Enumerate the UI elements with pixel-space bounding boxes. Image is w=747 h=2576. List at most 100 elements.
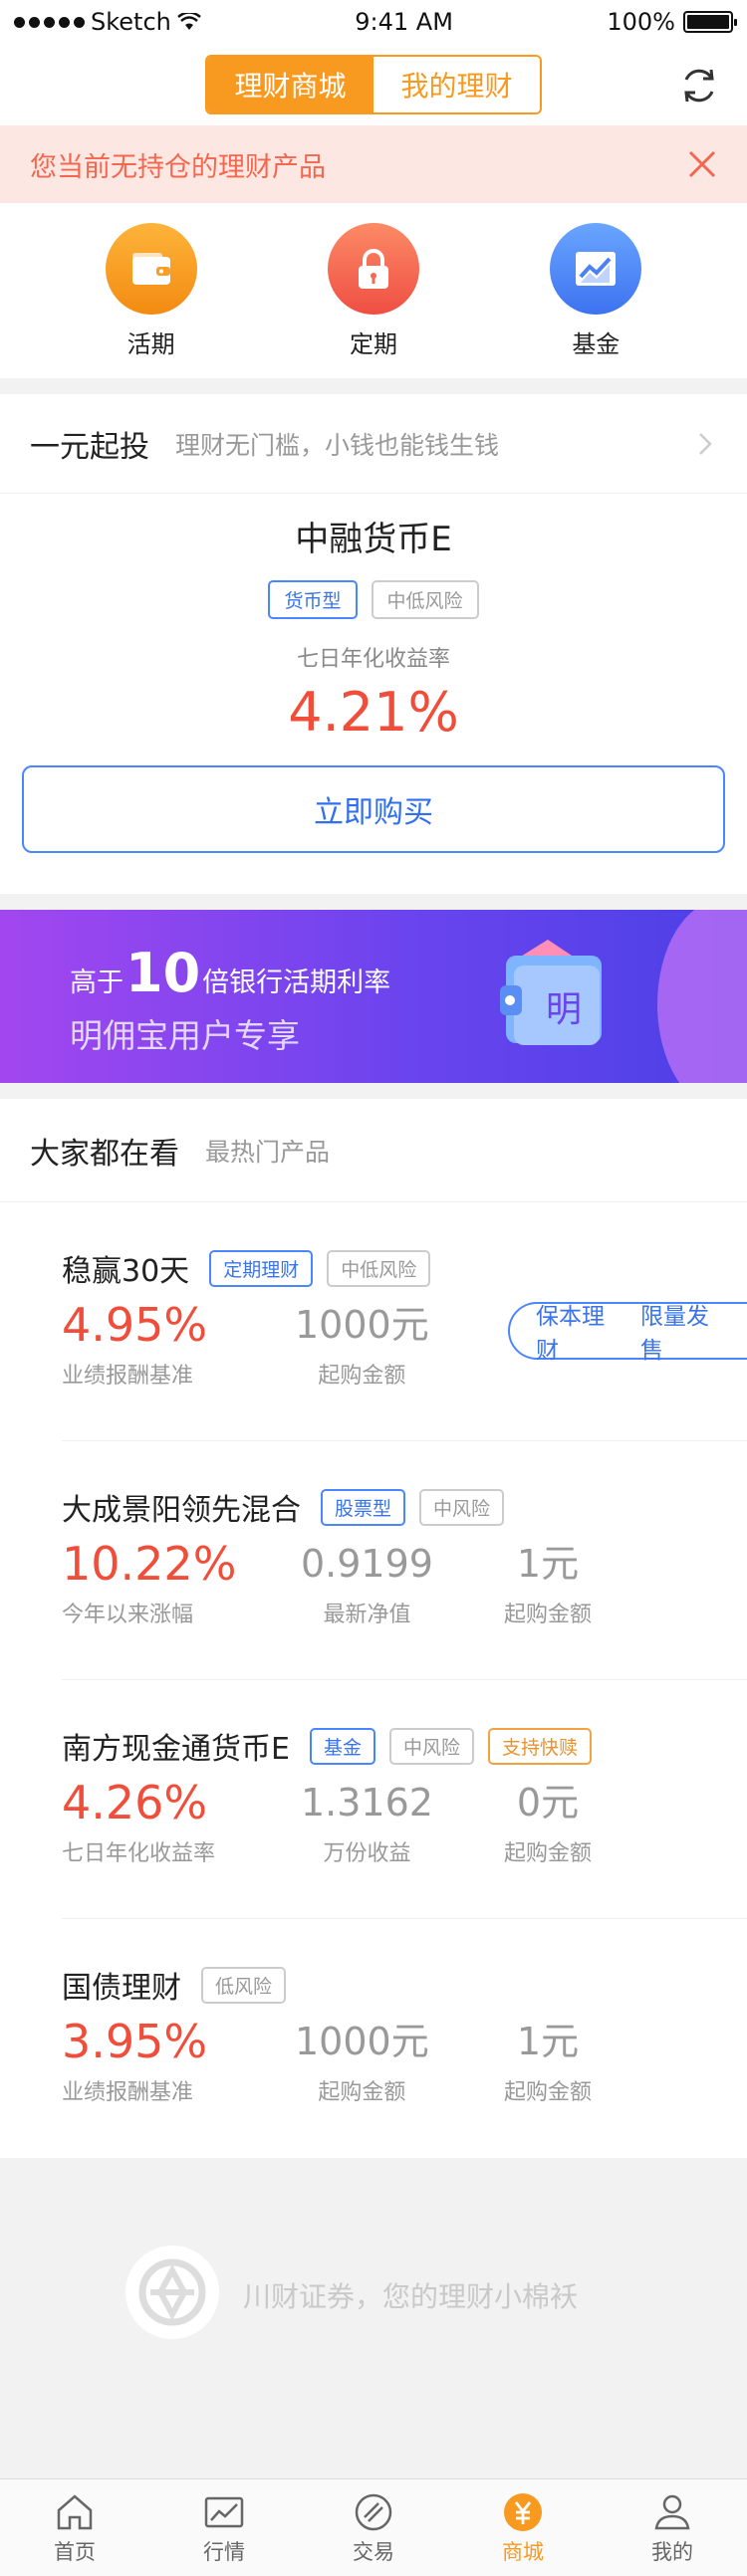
secondary-value: 0.9199: [301, 1542, 433, 1586]
tab-mall[interactable]: 商城: [448, 2479, 598, 2576]
tab-label: 商城: [502, 2539, 544, 2564]
featured-product: 中融货币E 货币型 中低风险 七日年化收益率 4.21% 立即购买: [0, 494, 747, 894]
section-title: 一元起投: [30, 429, 149, 465]
status-bar: Sketch 9:41 AM 100%: [0, 0, 747, 44]
section-divider: [0, 894, 747, 910]
primary-label: 业绩报酬基准: [62, 2080, 194, 2105]
section-divider: [0, 1083, 747, 1099]
section-divider: [0, 378, 747, 394]
primary-value: 4.95%: [62, 1298, 208, 1352]
battery-percent: 100%: [607, 8, 675, 36]
mall-icon: [504, 2492, 542, 2531]
primary-value: 10.22%: [62, 1537, 237, 1591]
secondary-value: 1000元: [295, 1303, 429, 1347]
tertiary-value: 1元: [516, 1542, 580, 1586]
secondary-label: 起购金额: [318, 1364, 406, 1389]
tab-market[interactable]: 行情: [149, 2479, 299, 2576]
list-item[interactable]: 大成景阳领先混合 股票型 中风险 10.22% 今年以来涨幅 0.9199 最新…: [62, 1441, 747, 1680]
product-tag: 股票型: [321, 1488, 406, 1526]
product-tag: 中风险: [388, 1727, 474, 1765]
primary-label: 今年以来涨幅: [62, 1603, 194, 1627]
tab-label: 首页: [54, 2539, 96, 2564]
product-name: 国债理财: [62, 1971, 181, 2006]
product-name: 稳赢30天: [62, 1254, 190, 1289]
tab-label: 行情: [203, 2539, 245, 2564]
section-subtitle: 理财无门槛，小钱也能钱生钱: [175, 430, 500, 460]
list-item[interactable]: 南方现金通货币E 基金 中风险 支持快赎 4.26% 七日年化收益率 1.316…: [62, 1680, 747, 1919]
trade-icon: [355, 2493, 392, 2530]
list-item[interactable]: 国债理财 低风险 3.95% 业绩报酬基准 1000元 起购金额 1元 起购金额: [62, 1919, 747, 2158]
banner-headline: 高于 10 倍银行活期利率: [70, 942, 391, 1004]
section-title: 大家都在看: [30, 1136, 179, 1172]
tab-my-finance[interactable]: 我的理财: [374, 57, 540, 112]
status-time: 9:41 AM: [355, 8, 453, 36]
category-demand[interactable]: 活期: [92, 222, 211, 359]
close-icon[interactable]: [687, 149, 717, 179]
primary-label: 七日年化收益率: [62, 1841, 216, 1866]
secondary-label: 最新净值: [323, 1603, 411, 1627]
secondary-value: 1000元: [295, 2020, 429, 2063]
promo-banner[interactable]: 高于 10 倍银行活期利率 明佣宝用户专享 明: [0, 910, 747, 1083]
tag-risk: 中低风险: [371, 580, 479, 619]
product-tag: 中低风险: [327, 1249, 431, 1287]
hot-section-header: 大家都在看 最热门产品: [0, 1099, 747, 1202]
product-tags: 货币型 中低风险: [0, 580, 747, 619]
category-fixed[interactable]: 定期: [314, 222, 433, 359]
tab-label: 交易: [353, 2539, 394, 2564]
product-tag: 基金: [309, 1727, 375, 1765]
product-name: 中融货币E: [295, 520, 452, 559]
product-name: 南方现金通货币E: [62, 1732, 290, 1767]
secondary-value: 1.3162: [301, 1781, 433, 1825]
home-icon: [57, 2493, 93, 2529]
slogan-text: 川财证券，您的理财小棉袄: [243, 2280, 579, 2313]
signal-icon: [14, 16, 85, 28]
carrier-label: Sketch: [91, 8, 171, 36]
primary-value: 4.26%: [62, 1776, 208, 1829]
product-tag: 定期理财: [209, 1249, 314, 1287]
tertiary-label: 起购金额: [504, 2080, 593, 2105]
wallet-illustration-icon: 明: [500, 940, 602, 1045]
category-label: 活期: [126, 329, 175, 358]
tab-label: 我的: [651, 2539, 693, 2564]
product-name: 大成景阳领先混合: [62, 1493, 301, 1528]
tertiary-label: 起购金额: [504, 1603, 593, 1627]
tertiary-label: 起购金额: [504, 1841, 593, 1866]
tab-trade[interactable]: 交易: [299, 2479, 448, 2576]
category-fund[interactable]: 基金: [536, 222, 655, 359]
tertiary-value: 1元: [516, 2020, 580, 2063]
profile-icon: [654, 2494, 690, 2529]
product-tag: 中风险: [419, 1488, 505, 1526]
header-segmented-control: 理财商城 我的理财: [205, 55, 542, 114]
category-label: 基金: [572, 329, 621, 358]
tab-mall[interactable]: 理财商城: [207, 57, 374, 112]
brand-logo-icon: [125, 2246, 219, 2339]
battery-icon: [682, 11, 737, 33]
secondary-label: 起购金额: [318, 2080, 406, 2105]
product-tag: 支持快赎: [488, 1727, 593, 1765]
rate-value: 4.21%: [288, 681, 459, 744]
svg-text:明: 明: [546, 989, 582, 1030]
notice-text: 您当前无持仓的理财产品: [30, 151, 326, 183]
section-subtitle: 最热门产品: [205, 1137, 331, 1167]
tag-money-fund: 货币型: [268, 580, 358, 619]
primary-label: 业绩报酬基准: [62, 1364, 194, 1389]
rate-label: 七日年化收益率: [296, 647, 450, 672]
wallet-icon: [105, 222, 197, 315]
refresh-icon[interactable]: [677, 64, 721, 107]
bottom-tab-bar: 首页 行情 交易 商城 我的: [0, 2478, 747, 2576]
tab-profile[interactable]: 我的: [598, 2479, 747, 2576]
lock-icon: [327, 222, 419, 315]
list-item[interactable]: 稳赢30天 定期理财 中低风险 4.95% 业绩报酬基准 1000元 起购金额 …: [62, 1202, 747, 1441]
tertiary-value: 0元: [516, 1781, 580, 1825]
banner-subline: 明佣宝用户专享: [70, 1016, 300, 1055]
market-icon: [204, 2496, 244, 2527]
footer-slogan: 川财证券，您的理财小棉袄: [0, 2158, 747, 2483]
tab-home[interactable]: 首页: [0, 2479, 149, 2576]
chevron-right-icon: [699, 432, 712, 455]
category-row: 活期 定期 基金: [0, 203, 747, 378]
feature-pill: 保本理财 限量发售: [508, 1302, 747, 1364]
wifi-icon: [177, 13, 201, 30]
secondary-label: 万份收益: [323, 1841, 411, 1866]
starter-section-header[interactable]: 一元起投 理财无门槛，小钱也能钱生钱: [0, 394, 747, 494]
buy-now-button[interactable]: 立即购买: [22, 765, 725, 853]
